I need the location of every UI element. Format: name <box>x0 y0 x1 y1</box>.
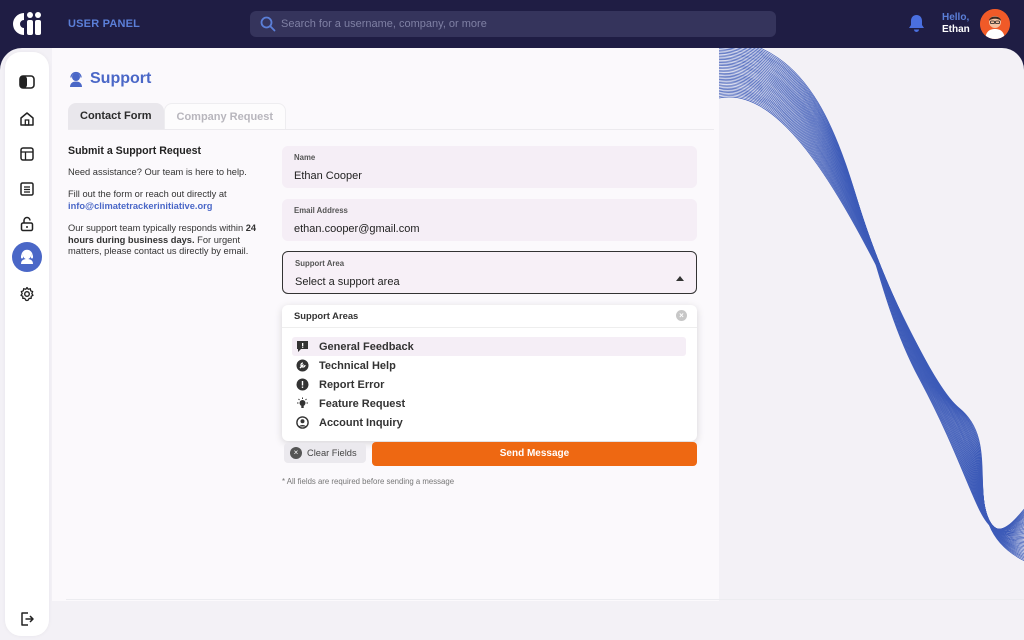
content-area: Support Contact Form Company Request Sub… <box>0 48 1024 640</box>
sidebar <box>5 52 49 636</box>
info-text-1: Need assistance? Our team is here to hel… <box>68 166 247 177</box>
sidebar-item-lock[interactable] <box>12 209 42 239</box>
tab-contact-form[interactable]: Contact Form <box>68 103 164 129</box>
wrench-icon <box>296 359 309 372</box>
sidebar-item-list[interactable] <box>12 174 42 204</box>
avatar[interactable] <box>980 9 1010 39</box>
caret-up-icon[interactable] <box>676 276 684 281</box>
alert-icon <box>296 378 309 391</box>
wave-line <box>719 77 1024 543</box>
lock-icon <box>20 216 34 232</box>
option-label: Feature Request <box>319 397 406 410</box>
info-text-3-a: Our support team typically responds with… <box>68 223 244 233</box>
support-area-value[interactable]: Select a support area <box>295 276 684 288</box>
support-icon <box>21 249 33 264</box>
option-technical-help[interactable]: Technical Help <box>292 356 686 375</box>
sidebar-item-home[interactable] <box>12 104 42 134</box>
search-bar[interactable] <box>250 11 776 37</box>
main-panel: Support Contact Form Company Request Sub… <box>52 48 719 601</box>
tab-divider <box>68 129 714 130</box>
tab-company-request[interactable]: Company Request <box>163 103 287 129</box>
dropdown-title: Support Areas <box>294 310 359 321</box>
option-report-error[interactable]: Report Error <box>292 375 686 394</box>
page-title: Support <box>90 70 152 87</box>
logout-icon <box>21 612 34 626</box>
lightbulb-icon <box>297 397 308 408</box>
support-agent-icon <box>70 71 82 87</box>
sidebar-item-table[interactable] <box>12 139 42 169</box>
search-icon <box>260 16 276 32</box>
avatar-portrait <box>980 9 1010 39</box>
option-label: Report Error <box>319 378 385 391</box>
greeting-text: Hello, <box>942 12 970 23</box>
panel-toggle-icon <box>19 75 35 89</box>
home-icon <box>20 112 34 126</box>
email-label: Email Address <box>294 206 348 215</box>
sidebar-item-support[interactable] <box>12 242 42 272</box>
close-icon[interactable]: × <box>676 310 687 321</box>
panel-title: USER PANEL <box>68 18 141 30</box>
required-note: * All fields are required before sending… <box>282 477 455 486</box>
clear-fields-button[interactable]: × Clear Fields <box>284 443 366 463</box>
send-message-button[interactable]: Send Message <box>372 442 697 466</box>
option-account-inquiry[interactable]: Account Inquiry <box>292 413 686 432</box>
option-label: General Feedback <box>319 340 414 353</box>
info-panel: Submit a Support Request Need assistance… <box>68 145 258 269</box>
option-label: Technical Help <box>319 359 396 372</box>
name-label: Name <box>294 153 316 162</box>
option-feature-request[interactable]: Feature Request <box>292 394 686 413</box>
email-value[interactable]: ethan.cooper@gmail.com <box>294 223 685 235</box>
user-name: Ethan <box>942 24 970 35</box>
name-value[interactable]: Ethan Cooper <box>294 170 685 182</box>
support-area-dropdown: Support Areas × General Feedback Technic… <box>282 305 697 441</box>
clear-fields-label: Clear Fields <box>307 448 357 458</box>
support-area-label: Support Area <box>295 259 345 268</box>
info-heading: Submit a Support Request <box>68 145 202 157</box>
top-bar: USER PANEL Hello, Ethan <box>0 0 1024 48</box>
page-header: Support <box>68 70 151 88</box>
user-greeting: Hello, Ethan <box>942 12 970 36</box>
gear-icon <box>20 286 34 302</box>
bell-icon[interactable] <box>908 14 925 33</box>
support-area-select[interactable]: Support Area Select a support area <box>282 251 697 294</box>
search-input[interactable] <box>281 11 761 37</box>
support-email-link[interactable]: info@climatetrackerinitiative.org <box>68 201 212 211</box>
feedback-icon <box>297 341 308 352</box>
name-field[interactable]: Name Ethan Cooper <box>282 146 697 188</box>
option-general-feedback[interactable]: General Feedback <box>292 337 686 356</box>
decorative-wave-art <box>719 48 1024 561</box>
list-icon <box>20 182 34 196</box>
email-field[interactable]: Email Address ethan.cooper@gmail.com <box>282 199 697 241</box>
dropdown-header: Support Areas × <box>282 305 697 328</box>
account-icon <box>296 416 309 429</box>
sidebar-item-panel-toggle[interactable] <box>12 67 42 97</box>
logo <box>13 12 41 35</box>
info-text-2-prefix: Fill out the form or reach out directly … <box>68 189 227 199</box>
info-text-2: Fill out the form or reach out directly … <box>68 189 258 212</box>
clear-icon: × <box>290 447 302 459</box>
tab-bar: Contact Form Company Request <box>68 103 287 129</box>
table-icon <box>20 147 34 161</box>
sidebar-item-logout[interactable] <box>12 604 42 634</box>
footer-divider <box>66 599 1024 600</box>
info-text-3: Our support team typically responds with… <box>68 223 258 258</box>
option-label: Account Inquiry <box>319 416 403 429</box>
sidebar-item-settings[interactable] <box>12 279 42 309</box>
